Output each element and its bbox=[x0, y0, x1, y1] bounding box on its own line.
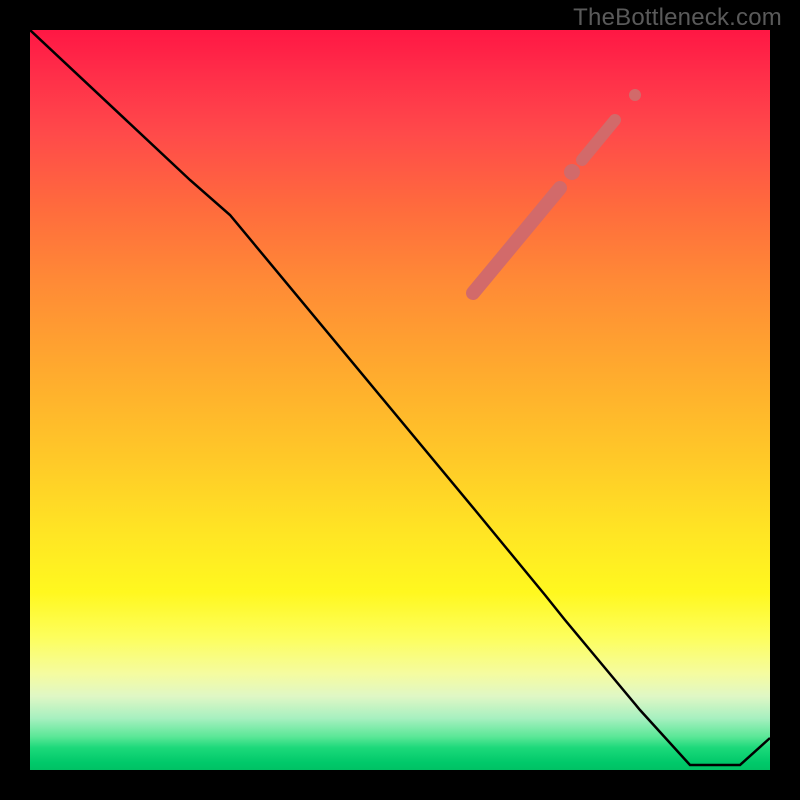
highlight-group bbox=[473, 89, 641, 293]
main-curve-line bbox=[30, 30, 770, 765]
highlight-dot-1 bbox=[564, 164, 580, 180]
highlight-dot-2 bbox=[629, 89, 641, 101]
chart-svg bbox=[30, 30, 770, 770]
chart-plot-area bbox=[30, 30, 770, 770]
highlight-segment-1 bbox=[473, 188, 560, 293]
watermark-label: TheBottleneck.com bbox=[573, 4, 782, 32]
highlight-segment-2 bbox=[582, 120, 615, 160]
